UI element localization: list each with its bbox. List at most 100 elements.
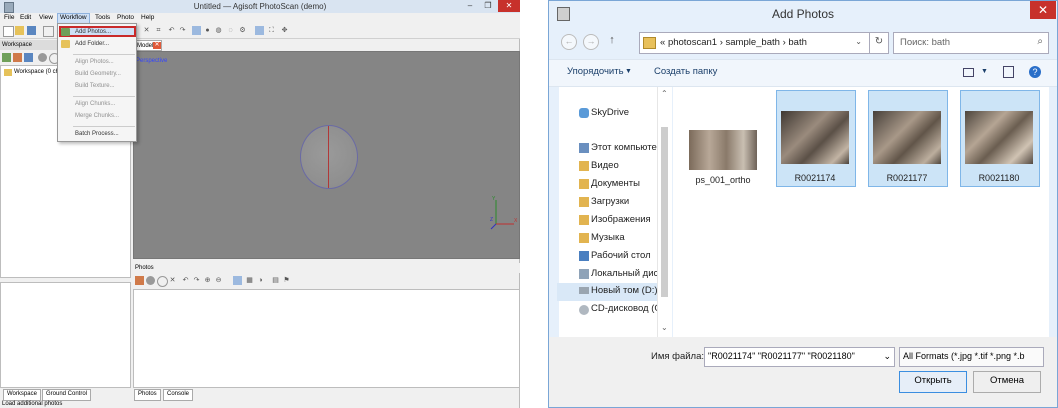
shaded-icon[interactable]: ● [203, 26, 212, 35]
breadcrumb-separator[interactable]: › [720, 37, 723, 48]
file-thumbnail-ps-001-ortho[interactable] [689, 130, 757, 170]
scroll-up-icon[interactable]: ⌃ [661, 89, 668, 98]
close-button[interactable]: ✕ [498, 0, 520, 12]
address-dropdown-icon[interactable]: ⌄ [855, 37, 862, 46]
details-view-icon[interactable] [233, 276, 242, 285]
breadcrumb-overflow[interactable]: « [660, 37, 665, 48]
add-folder-icon[interactable] [24, 53, 33, 62]
save-icon[interactable] [27, 26, 36, 35]
preview-pane-icon[interactable] [1003, 66, 1014, 78]
menu-photo[interactable]: Photo [117, 14, 134, 21]
disable-camera-icon[interactable] [157, 276, 168, 287]
model-viewport[interactable]: Perspective Y X Z [133, 51, 520, 259]
help-icon[interactable]: ? [1029, 66, 1041, 78]
file-type-select[interactable]: All Formats (*.jpg *.tif *.png *.b [899, 347, 1044, 367]
file-thumbnail-r0021174[interactable] [781, 111, 849, 164]
textured-icon[interactable]: ⚙ [238, 26, 247, 35]
view-dropdown-icon[interactable]: ▼ [981, 68, 988, 75]
open-button[interactable]: Открыть [899, 371, 967, 393]
search-icon[interactable]: ⌕ [1037, 36, 1043, 47]
menu-file[interactable]: File [4, 14, 14, 21]
file-name-r0021174[interactable]: R0021174 [775, 173, 855, 183]
add-chunk-icon[interactable] [2, 53, 11, 62]
file-thumbnail-r0021177[interactable] [873, 111, 941, 164]
maximize-button[interactable]: ❐ [480, 0, 496, 12]
pictures-folder-icon [579, 215, 589, 225]
filename-dropdown-icon[interactable]: ⌄ [883, 348, 891, 364]
rotate-left-icon[interactable]: ↶ [167, 26, 176, 35]
zoom-in-icon[interactable]: ⊕ [203, 276, 212, 285]
workspace-tree-item[interactable]: Workspace (0 ch [14, 69, 59, 75]
menu-tools[interactable]: Tools [95, 14, 110, 21]
organize-button[interactable]: Упорядочить [567, 66, 624, 77]
command-bar: Упорядочить ▼ Создать папку ▼ ? [549, 59, 1057, 87]
dialog-close-button[interactable]: ✕ [1030, 1, 1056, 19]
navigation-icon[interactable] [43, 26, 54, 37]
menu-item-batch-process[interactable]: Batch Process... [75, 131, 119, 137]
filename-input[interactable]: "R0021174" "R0021177" "R0021180" ⌄ [704, 347, 895, 367]
filename-label: Имя файла: [651, 351, 705, 362]
back-button[interactable]: ← [561, 34, 577, 50]
refresh-button[interactable]: ↻ [869, 32, 889, 54]
menu-item-build-texture[interactable]: Build Texture... [75, 83, 115, 89]
model-tab-close-icon[interactable]: ✕ [153, 42, 161, 49]
menu-item-merge-chunks[interactable]: Merge Chunks... [75, 113, 119, 119]
menu-item-build-geometry[interactable]: Build Geometry... [75, 71, 121, 77]
enable-icon[interactable] [38, 53, 47, 62]
rotate-right-icon[interactable]: ↷ [178, 26, 187, 35]
search-box[interactable]: Поиск: bath ⌕ [893, 32, 1049, 54]
breadcrumb-bath[interactable]: bath [788, 37, 807, 48]
view-options-icon[interactable] [963, 68, 974, 77]
menu-item-align-chunks[interactable]: Align Chunks... [75, 101, 115, 107]
menu-edit[interactable]: Edit [20, 14, 31, 21]
title-bar: Untitled — Agisoft PhotoScan (demo) – ❐ … [0, 0, 520, 13]
filter-icon[interactable]: ▤ [271, 276, 280, 285]
new-icon[interactable] [3, 26, 14, 37]
breadcrumb-separator[interactable]: › [783, 37, 786, 48]
rotate-photo-right-icon[interactable]: ↷ [192, 276, 201, 285]
enable-camera-icon[interactable] [146, 276, 155, 285]
crop-icon[interactable]: ⌗ [154, 26, 163, 35]
minimize-button[interactable]: – [462, 0, 478, 12]
navigation-scrollbar[interactable]: ⌃ ⌄ [657, 87, 672, 337]
new-folder-button[interactable]: Создать папку [654, 66, 717, 77]
organize-dropdown-icon[interactable]: ▼ [625, 68, 632, 75]
add-photo-icon[interactable] [135, 276, 144, 285]
menu-item-add-photos[interactable]: Add Photos... [75, 29, 111, 35]
delete-icon[interactable]: ✕ [142, 26, 151, 35]
menu-help[interactable]: Help [141, 14, 154, 21]
breadcrumb-sample-bath[interactable]: sample_bath [726, 37, 780, 48]
open-icon[interactable] [15, 26, 24, 35]
file-name-r0021177[interactable]: R0021177 [867, 173, 947, 183]
forward-button[interactable]: → [583, 34, 599, 50]
file-name-r0021180[interactable]: R0021180 [959, 173, 1039, 183]
grid-icon[interactable] [192, 26, 201, 35]
up-button[interactable]: ↑ [605, 34, 619, 48]
breadcrumb-photoscan1[interactable]: photoscan1 [668, 37, 717, 48]
markers-icon[interactable]: ⚑ [282, 276, 291, 285]
address-bar[interactable]: « photoscan1 › sample_bath › bath ⌄ [639, 32, 885, 54]
move-icon[interactable]: ✥ [280, 26, 289, 35]
scroll-down-icon[interactable]: ⌄ [661, 323, 668, 332]
cancel-button[interactable]: Отмена [973, 371, 1041, 393]
zoom-out-icon[interactable]: ⊖ [214, 276, 223, 285]
menu-view[interactable]: View [39, 14, 53, 21]
file-name-ps-001-ortho[interactable]: ps_001_ortho [683, 175, 763, 185]
scrollbar-thumb[interactable] [661, 127, 668, 297]
menu-item-align-photos[interactable]: Align Photos... [75, 59, 114, 65]
rotate-photo-left-icon[interactable]: ↶ [181, 276, 190, 285]
region-icon[interactable]: ⛶ [267, 26, 276, 35]
add-photos-icon[interactable] [13, 53, 22, 62]
video-folder-icon [579, 161, 589, 171]
wireframe-icon[interactable]: ◌ [226, 26, 235, 35]
file-thumbnail-r0021180[interactable] [965, 111, 1033, 164]
photos-list[interactable] [133, 289, 520, 388]
icons-view-icon[interactable]: ▦ [245, 276, 254, 285]
remove-icon[interactable]: ✕ [168, 276, 177, 285]
cameras-icon[interactable] [255, 26, 264, 35]
cloud-icon [579, 108, 589, 118]
search-placeholder: Поиск: bath [900, 37, 951, 48]
menu-item-add-folder[interactable]: Add Folder... [75, 41, 109, 47]
solid-icon[interactable]: ◍ [214, 26, 223, 35]
mask-icon[interactable]: ◑ [256, 276, 265, 285]
